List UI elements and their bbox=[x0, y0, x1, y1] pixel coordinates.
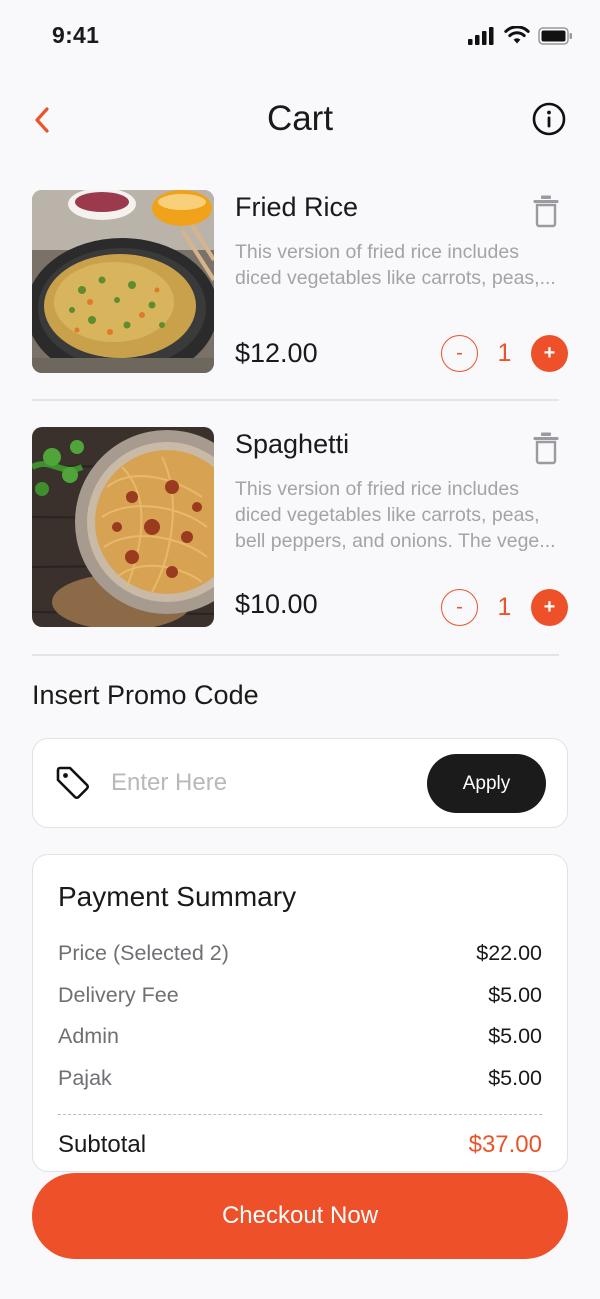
trash-icon bbox=[533, 195, 559, 228]
item-description: This version of fried rice includes dice… bbox=[235, 239, 569, 291]
trash-icon bbox=[533, 432, 559, 465]
status-time: 9:41 bbox=[52, 22, 100, 48]
item-price: $10.00 bbox=[235, 589, 318, 619]
description-line: diced vegetables like carrots, peas, bbox=[235, 504, 540, 526]
delete-item-button[interactable] bbox=[532, 194, 560, 228]
cart-item: Fried Rice This version of fried rice in… bbox=[32, 190, 568, 374]
item-name: Fried Rice bbox=[235, 192, 359, 222]
summary-value: $5.00 bbox=[488, 1024, 542, 1048]
quantity-value: 1 bbox=[497, 593, 512, 621]
tag-icon bbox=[56, 766, 89, 799]
fried-rice-image bbox=[32, 190, 214, 373]
promo-code-box: Apply bbox=[32, 738, 568, 828]
quantity-stepper: - 1 + bbox=[441, 335, 568, 372]
battery-icon bbox=[538, 26, 572, 45]
increase-quantity-button[interactable]: + bbox=[531, 589, 568, 626]
info-button[interactable] bbox=[532, 102, 566, 136]
delete-item-button[interactable] bbox=[532, 431, 560, 465]
summary-value: $5.00 bbox=[488, 983, 542, 1007]
summary-value: $22.00 bbox=[476, 941, 542, 965]
summary-label: Price (Selected 2) bbox=[58, 941, 229, 965]
decrease-quantity-button[interactable]: - bbox=[441, 589, 478, 626]
summary-row: Admin $5.00 bbox=[58, 1024, 542, 1049]
item-name: Spaghetti bbox=[235, 429, 350, 459]
wifi-icon bbox=[504, 26, 530, 44]
description-line: bell peppers, and onions. The vege... bbox=[235, 530, 556, 552]
item-description: This version of fried rice includes dice… bbox=[235, 476, 569, 554]
decrease-quantity-button[interactable]: - bbox=[441, 335, 478, 372]
signal-icon bbox=[468, 26, 494, 45]
payment-summary-card: Payment Summary Price (Selected 2) $22.0… bbox=[32, 854, 568, 1172]
page-title: Cart bbox=[266, 99, 334, 138]
quantity-value: 1 bbox=[497, 339, 512, 367]
description-line: This version of fried rice includes bbox=[235, 241, 519, 263]
summary-label: Delivery Fee bbox=[58, 983, 179, 1007]
item-price: $12.00 bbox=[235, 338, 318, 368]
subtotal-label: Subtotal bbox=[58, 1131, 147, 1158]
checkout-button[interactable]: Checkout Now bbox=[32, 1173, 568, 1259]
subtotal-row: Subtotal $37.00 bbox=[58, 1131, 542, 1159]
cart-item: Spaghetti This version of fried rice inc… bbox=[32, 427, 568, 627]
info-icon bbox=[532, 102, 566, 136]
quantity-stepper: - 1 + bbox=[441, 589, 568, 626]
promo-title: Insert Promo Code bbox=[32, 680, 259, 710]
spaghetti-image bbox=[32, 427, 214, 627]
increase-quantity-button[interactable]: + bbox=[531, 335, 568, 372]
summary-row: Price (Selected 2) $22.00 bbox=[58, 941, 542, 966]
summary-row: Delivery Fee $5.00 bbox=[58, 983, 542, 1008]
subtotal-value: $37.00 bbox=[468, 1131, 542, 1158]
description-line: diced vegetables like carrots, peas,... bbox=[235, 267, 556, 289]
status-icons bbox=[468, 26, 574, 45]
divider bbox=[32, 399, 559, 401]
summary-title: Payment Summary bbox=[58, 881, 297, 912]
description-line: This version of fried rice includes bbox=[235, 478, 519, 500]
summary-label: Pajak bbox=[58, 1066, 112, 1090]
promo-code-input[interactable] bbox=[111, 761, 411, 805]
summary-value: $5.00 bbox=[488, 1066, 542, 1090]
divider bbox=[32, 654, 559, 656]
summary-row: Pajak $5.00 bbox=[58, 1066, 542, 1091]
summary-label: Admin bbox=[58, 1024, 119, 1048]
apply-button[interactable]: Apply bbox=[427, 754, 546, 813]
dashed-divider bbox=[58, 1114, 542, 1115]
